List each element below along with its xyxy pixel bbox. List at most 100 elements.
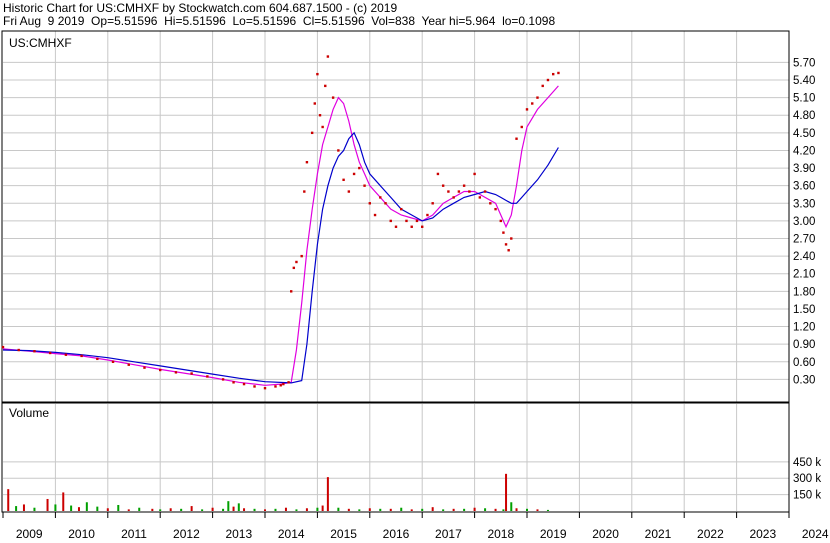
- price-point: [342, 178, 345, 182]
- price-point: [321, 125, 324, 129]
- price-point: [274, 385, 277, 388]
- price-point: [313, 102, 316, 105]
- volume-y-tick-label: 300 k: [793, 473, 821, 485]
- price-point: [111, 360, 115, 363]
- price-point: [552, 72, 555, 76]
- volume-bar: [274, 508, 277, 511]
- price-point: [510, 237, 513, 240]
- price-y-tick-label: 5.40: [793, 75, 815, 87]
- price-point: [292, 266, 296, 270]
- x-tick-label: 2019: [540, 527, 567, 541]
- volume-bar: [138, 507, 141, 511]
- volume-bar: [526, 508, 528, 511]
- price-point: [303, 190, 306, 193]
- price-point: [421, 225, 424, 228]
- price-point: [478, 196, 482, 199]
- price-point: [389, 219, 392, 223]
- x-tick-label: 2021: [645, 527, 672, 541]
- volume-y-tick-label: 450 k: [793, 457, 821, 469]
- x-tick-label: 2013: [225, 527, 252, 541]
- price-point: [447, 190, 450, 193]
- price-y-tick-label: 1.50: [793, 304, 815, 316]
- price-point: [373, 213, 377, 217]
- volume-bar: [211, 507, 214, 511]
- volume-bar: [106, 508, 109, 511]
- volume-bar: [515, 508, 518, 511]
- x-tick-label: 2023: [749, 527, 776, 541]
- price-point: [483, 190, 487, 193]
- price-point: [384, 202, 387, 205]
- x-tick-label: 2010: [68, 527, 95, 541]
- price-point: [318, 114, 322, 117]
- price-y-tick-label: 4.80: [793, 110, 815, 122]
- price-point: [441, 184, 445, 187]
- price-point: [290, 290, 293, 293]
- x-axis-ticks: 2009 2010 2011 2012 2013 2014 2015 2016 2017 2018…: [2, 512, 829, 541]
- price-point: [295, 260, 298, 264]
- volume-y-tick-label: 150 k: [793, 490, 821, 502]
- volume-panel-frame: [1, 402, 790, 513]
- price-point: [96, 357, 99, 361]
- price-point: [502, 231, 505, 234]
- price-y-tick-label: 3.60: [793, 181, 815, 193]
- volume-bar: [316, 507, 319, 511]
- price-point: [316, 72, 319, 76]
- volume-bar: [505, 473, 508, 511]
- price-point: [331, 96, 335, 99]
- volume-bar: [431, 507, 434, 511]
- volume-bar: [326, 477, 329, 511]
- price-point: [541, 84, 544, 88]
- volume-bar: [389, 508, 392, 511]
- volume-bar: [321, 505, 324, 511]
- volume-bar: [442, 509, 445, 511]
- price-point: [504, 243, 508, 246]
- price-point: [1, 345, 5, 349]
- volume-bar: [169, 508, 172, 511]
- price-y-ticks: 5.70 5.40 5.10 4.80 4.50 4.20 3.90 3.60 3.30 3.00…: [793, 57, 815, 386]
- price-point: [242, 382, 246, 386]
- price-point: [206, 375, 209, 378]
- price-panel-frame: [1, 30, 790, 403]
- x-tick-label: 2024: [802, 527, 829, 541]
- x-tick-label: 2009: [16, 527, 43, 541]
- x-tick-label: 2022: [697, 527, 724, 541]
- volume-grid: [3, 461, 789, 496]
- price-y-tick-label: 2.70: [793, 234, 815, 246]
- price-y-tick-label: 0.60: [793, 357, 815, 369]
- price-point: [253, 385, 256, 388]
- price-point: [174, 371, 178, 374]
- price-point: [426, 213, 429, 217]
- price-point: [394, 225, 398, 228]
- volume-bar: [127, 509, 130, 511]
- volume-bar: [159, 509, 162, 511]
- volume-bar: [510, 502, 513, 511]
- price-point: [352, 172, 356, 176]
- volume-bar: [253, 508, 256, 511]
- price-y-tick-label: 2.10: [793, 269, 815, 281]
- price-y-tick-label: 3.30: [793, 198, 815, 210]
- price-point: [305, 161, 309, 164]
- volume-bar: [502, 509, 505, 511]
- volume-bar: [400, 507, 403, 511]
- price-point: [143, 366, 146, 369]
- volume-bar: [7, 489, 10, 511]
- volume-bar: [117, 504, 120, 511]
- price-point: [507, 249, 510, 252]
- price-point: [232, 381, 235, 384]
- x-tick-label: 2018: [487, 527, 514, 541]
- volume-bar: [190, 506, 193, 511]
- price-point: [410, 225, 413, 228]
- price-point: [33, 350, 36, 353]
- volume-bar: [33, 507, 36, 511]
- price-point: [494, 207, 497, 211]
- volume-bar: [473, 507, 476, 511]
- volume-bar: [15, 506, 18, 511]
- volume-bar: [295, 509, 298, 511]
- volume-bar: [46, 498, 49, 511]
- volume-bar: [70, 505, 73, 511]
- price-point: [310, 131, 314, 135]
- price-grid: [3, 61, 789, 380]
- volume-bar: [284, 507, 287, 511]
- price-point: [462, 184, 466, 187]
- price-point: [48, 351, 52, 355]
